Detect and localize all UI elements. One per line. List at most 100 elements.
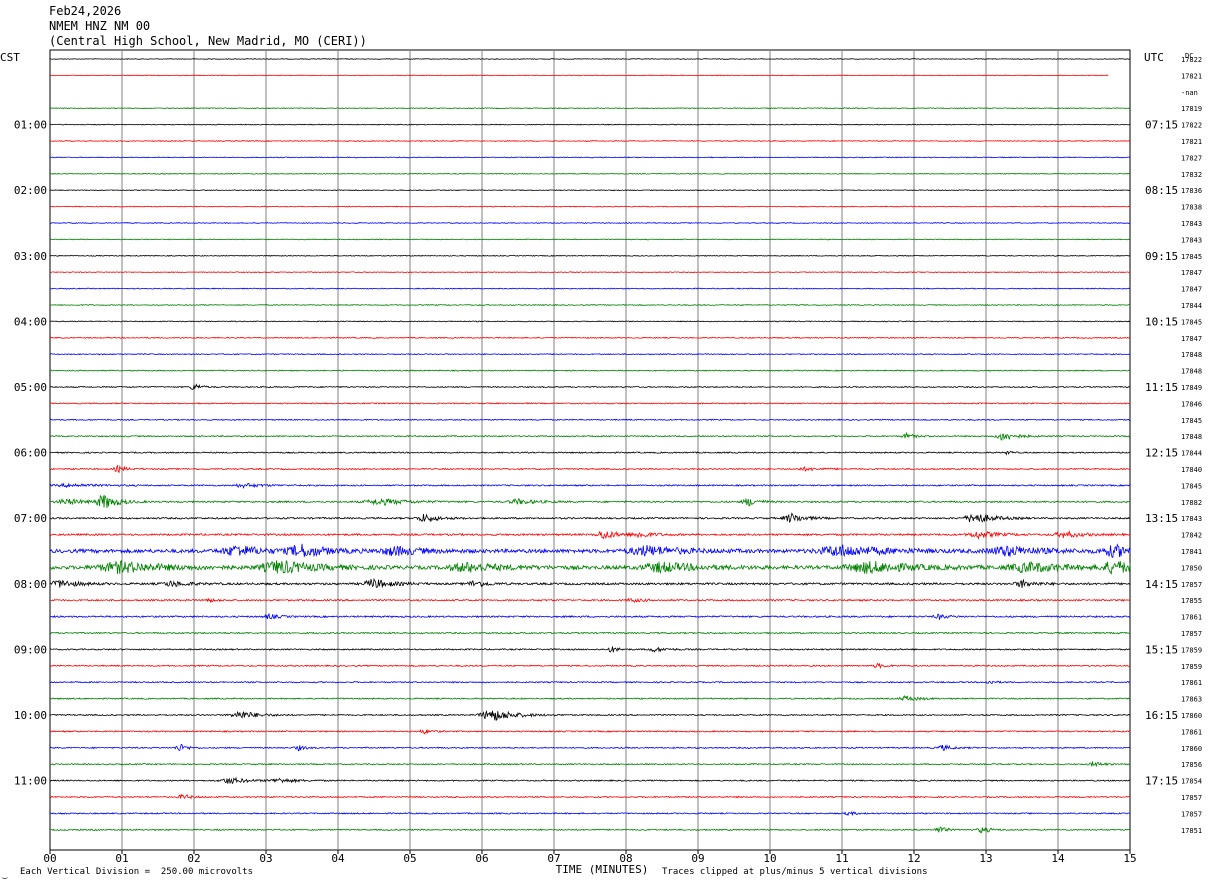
dc-offset-label: 17863 — [1181, 696, 1202, 704]
x-tick-label: 03 — [259, 852, 272, 865]
helicorder-chart: CST UTC DC00 01 02 03 04 05 06 07 08 09 10 11 12 13 14 15… — [0, 49, 1202, 876]
dc-offset-label: 17845 — [1181, 482, 1202, 490]
cst-time-label: 05:00 — [14, 381, 47, 394]
dc-offset-label: 17832 — [1181, 171, 1202, 179]
seismic-trace — [49, 172, 1131, 175]
dc-offset-label: 17845 — [1181, 253, 1202, 261]
seismic-trace — [49, 662, 1131, 670]
seismic-trace — [49, 140, 1131, 142]
seismic-trace — [50, 320, 1131, 323]
seismic-trace — [49, 793, 1131, 800]
dc-offset-label: 17860 — [1181, 712, 1202, 720]
seismic-trace — [49, 709, 1131, 721]
x-tick-label: 05 — [403, 852, 416, 865]
seismic-trace — [49, 450, 1131, 456]
seismic-trace — [49, 222, 1131, 224]
cst-time-label: 08:00 — [14, 578, 47, 591]
seismic-trace — [49, 559, 1131, 575]
dc-offset-label: 17821 — [1181, 138, 1202, 146]
x-tick-label: 14 — [1051, 852, 1065, 865]
x-tick-label: 15 — [1123, 852, 1136, 865]
dc-offset-label: 17857 — [1181, 630, 1202, 638]
dc-offset-label: 17848 — [1181, 351, 1202, 359]
seismic-trace — [49, 123, 1131, 126]
utc-time-label: 13:15 — [1145, 512, 1178, 525]
utc-time-label: 15:15 — [1145, 643, 1178, 656]
scale-note: Each Vertical Division = 250.00 microvol… — [20, 867, 253, 877]
seismic-trace — [49, 58, 1131, 60]
dc-offset-label: 17845 — [1181, 318, 1202, 326]
utc-time-label: 14:15 — [1145, 578, 1178, 591]
seismic-trace — [49, 728, 1131, 735]
dc-offset-label: 17822 — [1181, 122, 1202, 130]
cst-time-label: 02:00 — [14, 184, 47, 197]
dc-offset-label: 17857 — [1181, 794, 1202, 802]
cst-time-label: 11:00 — [14, 775, 47, 788]
cst-time-label: 09:00 — [14, 643, 47, 656]
seismic-trace — [49, 743, 1131, 752]
seismic-trace — [49, 156, 1131, 159]
dc-offset-label: 17847 — [1181, 286, 1202, 294]
dc-offset-label: 17857 — [1181, 581, 1202, 589]
utc-axis-title: UTC — [1144, 51, 1164, 64]
seismic-trace — [49, 612, 1131, 620]
utc-time-label: 09:15 — [1145, 250, 1178, 263]
dc-offset-label: 17859 — [1181, 646, 1202, 654]
utc-time-label: 11:15 — [1145, 381, 1178, 394]
dc-offset-label: 17851 — [1181, 827, 1202, 835]
dc-offset-label: 17859 — [1181, 663, 1202, 671]
dc-offset-label: 17848 — [1181, 433, 1202, 441]
seismic-trace — [49, 238, 1131, 241]
dc-offset-label: 17843 — [1181, 236, 1202, 244]
x-tick-label: 13 — [979, 852, 992, 865]
seismic-trace — [49, 512, 1131, 523]
dc-offset-label: 17827 — [1181, 154, 1202, 162]
dc-offset-label: 17857 — [1181, 810, 1202, 818]
dc-offset-label: 17819 — [1181, 105, 1202, 113]
seismic-trace — [49, 271, 1131, 274]
dc-offset-label: 17845 — [1181, 417, 1202, 425]
seismic-trace — [49, 464, 1131, 473]
seismic-trace — [49, 646, 1131, 653]
x-tick-label: 04 — [331, 852, 345, 865]
dc-offset-label: 17836 — [1181, 187, 1202, 195]
seismic-trace — [49, 304, 1130, 306]
seismic-trace — [49, 254, 1131, 257]
dc-offset-label: 17847 — [1181, 335, 1202, 343]
utc-time-label: 08:15 — [1145, 184, 1178, 197]
seismic-trace — [50, 680, 1131, 685]
x-tick-label: 00 — [43, 852, 56, 865]
dc-offset-label: 17821 — [1181, 72, 1202, 80]
dc-offset-label: 17841 — [1181, 548, 1202, 556]
x-tick-label: 01 — [115, 852, 128, 865]
seismic-trace — [49, 482, 1131, 489]
seismic-trace — [50, 287, 1131, 290]
seismic-trace — [49, 529, 1131, 541]
seismic-trace — [49, 826, 1130, 834]
x-tick-label: 09 — [691, 852, 704, 865]
dc-offset-label: 17849 — [1181, 384, 1202, 392]
dc-offset-label: 17843 — [1181, 515, 1202, 523]
dc-offset-label: 17822 — [1181, 56, 1202, 64]
utc-time-label: 07:15 — [1145, 119, 1178, 132]
cst-axis-title: CST — [0, 51, 20, 64]
seismic-trace — [49, 776, 1131, 785]
cst-time-label: 04:00 — [14, 315, 47, 328]
seismic-trace — [49, 761, 1130, 768]
seismic-trace — [49, 107, 1131, 110]
clip-note: Traces clipped at plus/minus 5 vertical … — [662, 867, 928, 877]
cst-time-label: 07:00 — [14, 512, 47, 525]
seismic-trace — [49, 383, 1131, 390]
dc-offset-label: 17861 — [1181, 614, 1202, 622]
dc-offset-label: 17860 — [1181, 745, 1202, 753]
cst-time-label: 10:00 — [14, 709, 47, 722]
cst-time-label: 03:00 — [14, 250, 47, 263]
dc-offset-label: 17855 — [1181, 597, 1202, 605]
seismic-trace — [49, 631, 1131, 635]
cst-time-label: 01:00 — [14, 119, 47, 132]
utc-time-label: 12:15 — [1145, 447, 1178, 460]
dc-offset-label: 17882 — [1181, 499, 1202, 507]
dc-offset-label: 17854 — [1181, 778, 1202, 786]
dc-offset-label: 17846 — [1181, 400, 1202, 408]
seismic-trace — [49, 189, 1131, 192]
